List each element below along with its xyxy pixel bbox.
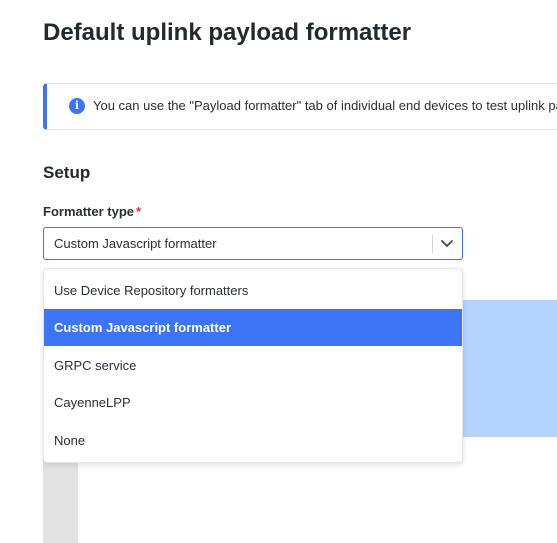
formatter-option-none[interactable]: None [44, 422, 462, 459]
formatter-option-device-repository[interactable]: Use Device Repository formatters [44, 272, 462, 309]
required-asterisk: * [136, 204, 142, 219]
select-separator [432, 235, 433, 253]
page: Default uplink payload formatter i You c… [0, 0, 557, 543]
formatter-option-cayennelpp[interactable]: CayenneLPP [44, 384, 462, 421]
formatter-type-dropdown-menu: Use Device Repository formatters Custom … [43, 268, 463, 463]
info-icon: i [69, 98, 85, 114]
formatter-option-custom-javascript[interactable]: Custom Javascript formatter [44, 309, 462, 346]
formatter-type-select[interactable]: Custom Javascript formatter [43, 227, 463, 260]
formatter-type-label: Formatter type * [43, 204, 141, 219]
info-notice: i You can use the "Payload formatter" ta… [43, 83, 557, 130]
notice-text: You can use the "Payload formatter" tab … [93, 98, 557, 113]
section-title-setup: Setup [43, 163, 91, 182]
formatter-type-select-value: Custom Javascript formatter [54, 236, 217, 251]
formatter-type-label-text: Formatter type [43, 204, 135, 219]
page-title: Default uplink payload formatter [43, 19, 412, 46]
formatter-option-grpc-service[interactable]: GRPC service [44, 347, 462, 384]
chevron-down-icon[interactable] [440, 236, 454, 250]
